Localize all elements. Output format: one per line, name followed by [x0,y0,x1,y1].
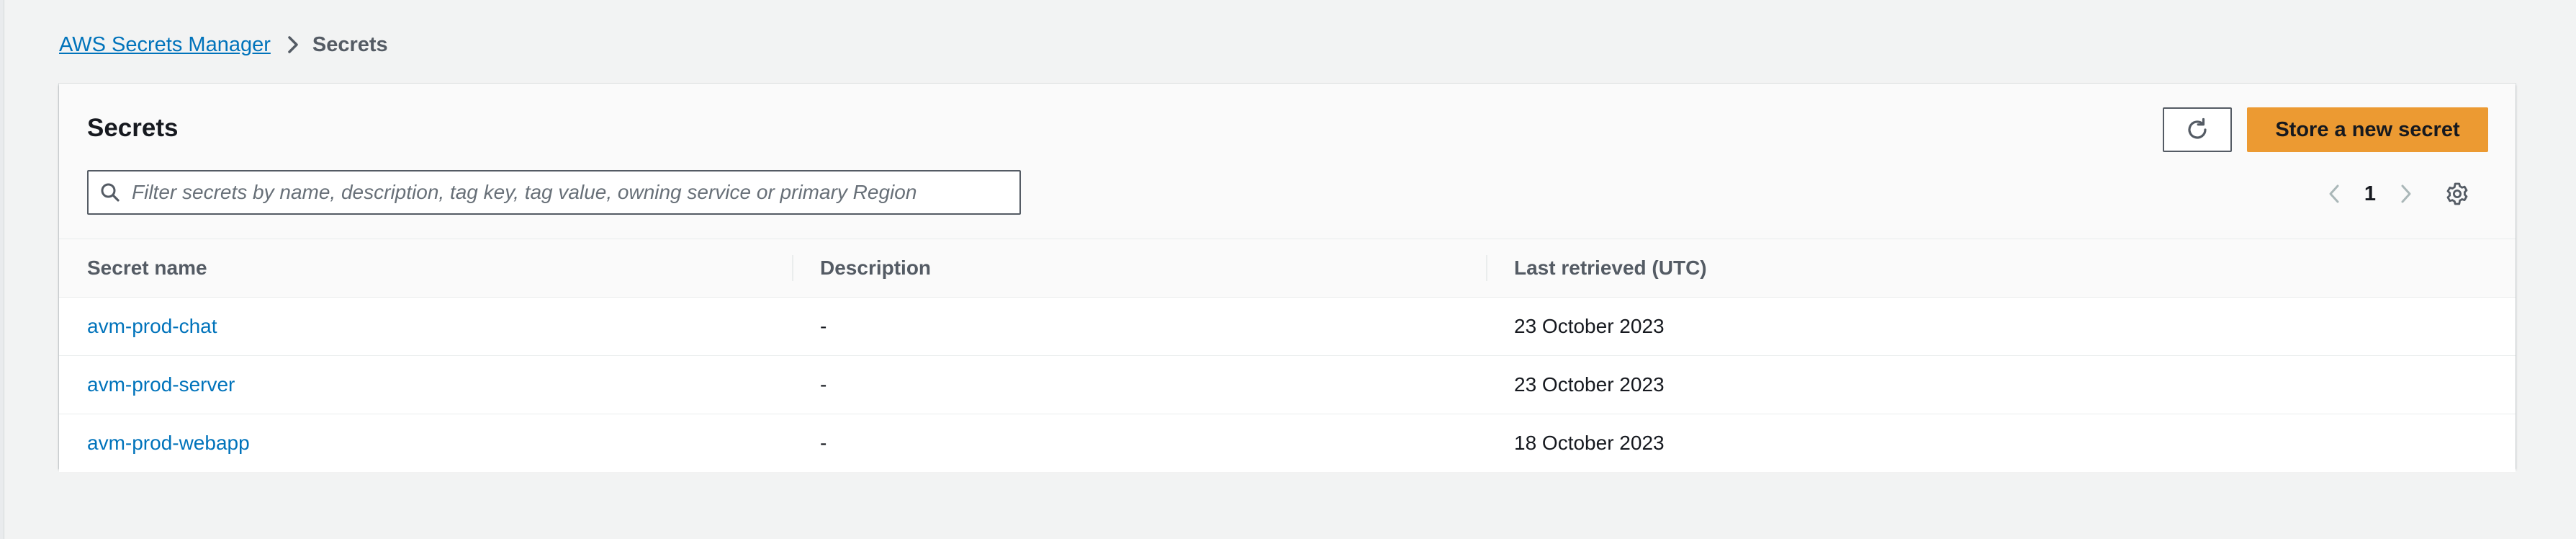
store-new-secret-button[interactable]: Store a new secret [2247,107,2488,152]
secret-last-retrieved: 23 October 2023 [1514,373,1665,396]
column-header-last-retrieved[interactable]: Last retrieved (UTC) [1514,239,1707,297]
breadcrumb-root-link[interactable]: AWS Secrets Manager [59,33,271,57]
column-header-description[interactable]: Description [820,239,931,297]
chevron-left-icon [2328,183,2341,205]
page-number-button[interactable]: 1 [2350,182,2390,206]
panel-header: Secrets Store a new secret Filter secret… [59,84,2516,239]
secret-name-link[interactable]: avm-prod-webapp [87,414,250,472]
table-row: avm-prod-webapp - 18 October 2023 [59,414,2516,472]
search-box [87,170,1021,215]
panel-title: Secrets [87,114,179,142]
table-header-row: Secret name Description Last retrieved (… [59,239,2516,298]
chevron-right-icon [2400,183,2413,205]
secret-name-link[interactable]: avm-prod-server [87,356,235,414]
refresh-button[interactable] [2163,107,2232,152]
breadcrumb-current: Secrets [312,32,388,56]
search-input[interactable] [132,172,1019,213]
secret-description: - [820,432,827,454]
secret-description: - [820,373,827,396]
column-divider [1486,255,1487,281]
chevron-right-icon [287,35,300,55]
column-divider [792,255,793,281]
pagination: 1 [2318,176,2422,212]
breadcrumb: AWS Secrets Manager Secrets [59,29,388,61]
next-page-button[interactable] [2390,178,2422,210]
left-edge-strip [0,0,4,539]
refresh-icon [2184,117,2210,143]
secrets-panel: Secrets Store a new secret Filter secret… [59,84,2516,472]
secret-last-retrieved: 18 October 2023 [1514,432,1665,454]
table-row: avm-prod-server - 23 October 2023 [59,356,2516,414]
table-row: avm-prod-chat - 23 October 2023 [59,298,2516,356]
gear-icon [2445,182,2469,206]
column-header-secret-name[interactable]: Secret name [87,239,207,297]
secret-name-link[interactable]: avm-prod-chat [87,298,217,355]
preferences-button[interactable] [2439,176,2475,212]
search-icon [89,182,132,203]
secret-description: - [820,315,827,337]
secret-last-retrieved: 23 October 2023 [1514,315,1665,337]
prev-page-button[interactable] [2318,178,2350,210]
